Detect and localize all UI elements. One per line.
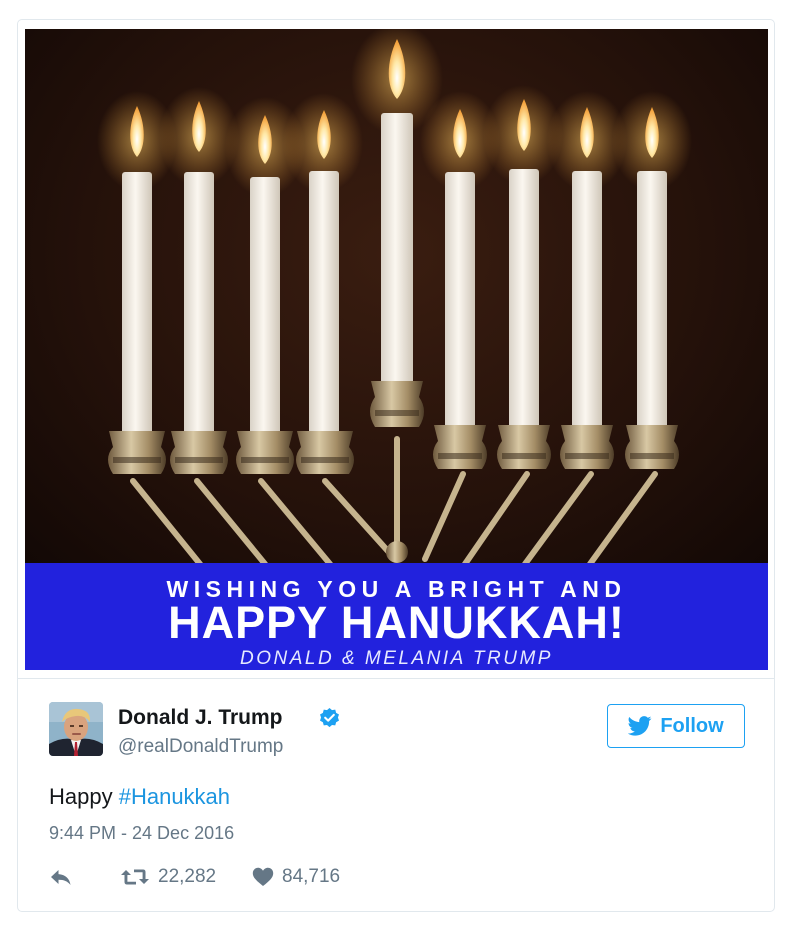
retweet-count: 22,282 (158, 866, 217, 887)
hashtag-link[interactable]: #Hanukkah (119, 784, 230, 809)
retweet-icon (120, 867, 150, 887)
author-name[interactable]: Donald J. Trump (118, 706, 283, 730)
avatar[interactable] (49, 702, 103, 756)
tweet-text-prefix: Happy (49, 784, 119, 809)
media-divider (18, 678, 774, 679)
tweet-text: Happy #Hanukkah (49, 784, 230, 810)
follow-label: Follow (660, 714, 724, 737)
tweet-timestamp[interactable]: 9:44 PM - 24 Dec 2016 (49, 823, 234, 844)
reply-button[interactable] (49, 865, 73, 889)
reply-icon (49, 867, 73, 887)
follow-button[interactable]: Follow (607, 704, 745, 748)
author-handle[interactable]: @realDonaldTrump (118, 736, 283, 758)
menorah-image (25, 29, 768, 670)
banner-line-2: HAPPY HANUKKAH! (168, 597, 625, 648)
banner-line-3: DONALD & MELANIA TRUMP (240, 648, 553, 669)
verified-badge-icon (318, 707, 341, 730)
like-count: 84,716 (282, 866, 341, 887)
tweet-image[interactable]: WISHING YOU A BRIGHT AND HAPPY HANUKKAH!… (25, 29, 768, 670)
heart-icon (252, 867, 274, 887)
tweet-card: WISHING YOU A BRIGHT AND HAPPY HANUKKAH!… (17, 19, 775, 912)
retweet-button[interactable]: 22,282 (120, 865, 216, 889)
twitter-bird-icon (628, 716, 652, 736)
like-button[interactable]: 84,716 (252, 865, 340, 889)
